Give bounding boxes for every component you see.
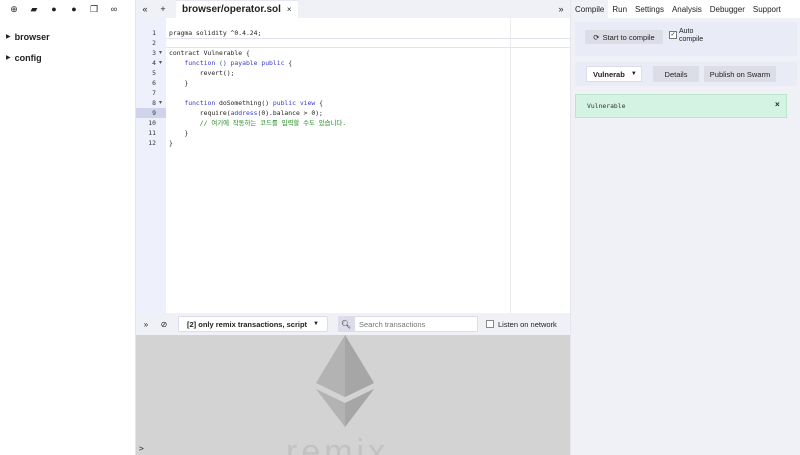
editor-gutter: 1 2 3 ▾ 4 ▾ 5 6 7 8 ▾ 9 10 11 12: [136, 18, 166, 313]
tab-support[interactable]: Support: [749, 0, 785, 18]
code-token: doSomething(): [215, 99, 273, 107]
tab-debugger[interactable]: Debugger: [706, 0, 749, 18]
code-token: function: [184, 99, 216, 107]
line-number: 2: [152, 39, 156, 47]
code-token: (0).balance > 0);: [257, 109, 323, 117]
line-number: 10: [148, 119, 156, 127]
remix-watermark: remix: [286, 433, 390, 455]
refresh-icon: ⟳: [593, 32, 600, 42]
start-compile-button[interactable]: ⟳ Start to compile: [585, 30, 663, 44]
clear-console-icon[interactable]: ⊘: [156, 320, 172, 329]
code-token: }: [169, 139, 173, 147]
close-icon[interactable]: ×: [287, 5, 292, 14]
line-number: 7: [152, 89, 156, 97]
code-line: contract Vulnerable {: [169, 48, 250, 58]
right-panel-tabs: Compile Run Settings Analysis Debugger Suppor…: [571, 0, 800, 18]
code-token: function () payable public: [184, 59, 285, 67]
code-line: require(address(0).balance > 0);: [169, 108, 323, 118]
code-editor[interactable]: 1 2 3 ▾ 4 ▾ 5 6 7 8 ▾ 9 10 11 12 pragma solidity ^0.4.…: [136, 18, 570, 313]
line-number: 6: [152, 79, 156, 87]
code-token: require(: [169, 109, 231, 117]
code-token: pragma solidity ^0.4.24;: [169, 29, 262, 37]
code-line: // 여기에 작동하는 코드를 입력할 수도 있습니다.: [169, 118, 346, 128]
compile-result-text: Vulnerable: [587, 102, 626, 110]
editor-tabbar: « + browser/operator.sol × »: [136, 0, 570, 18]
copy-icon[interactable]: ❐: [84, 4, 104, 15]
right-panel: Compile Run Settings Analysis Debugger Suppor…: [570, 0, 800, 455]
terminal-toolbar: » ⊘ [2] only remix transactions, script …: [136, 313, 570, 335]
code-token: }: [169, 129, 189, 137]
contract-select[interactable]: Vulnerab ▼: [586, 66, 642, 82]
code-line: revert();: [169, 68, 235, 78]
folder-icon[interactable]: ▰: [24, 4, 44, 15]
fold-arrow-icon[interactable]: ▾: [159, 58, 167, 68]
remix-ide: ⊕ ▰ ● ● ❐ ∞ ▶ browser ▶ config « + brows…: [0, 0, 800, 455]
search-icon: 🔍︎: [338, 316, 354, 332]
plus-icon[interactable]: +: [154, 4, 172, 14]
caret-right-icon: ▶: [6, 55, 11, 61]
listen-on-network-toggle[interactable]: Listen on network: [486, 320, 557, 329]
link-icon[interactable]: ∞: [104, 4, 124, 14]
code-token: address: [230, 109, 258, 117]
terminal-console[interactable]: remix >: [136, 335, 570, 455]
code-token: revert();: [169, 69, 235, 77]
tab-analysis[interactable]: Analysis: [668, 0, 706, 18]
file-explorer: ⊕ ▰ ● ● ❐ ∞ ▶ browser ▶ config: [0, 0, 136, 455]
scroll-right-icon[interactable]: »: [552, 4, 570, 14]
code-line: }: [169, 128, 188, 138]
caret-right-icon: ▶: [6, 34, 11, 40]
listen-checkbox[interactable]: [486, 320, 494, 328]
github-icon[interactable]: ●: [44, 4, 64, 14]
details-button[interactable]: Details: [653, 66, 699, 82]
auto-compile-label: Auto compile: [679, 28, 704, 43]
code-line: pragma solidity ^0.4.24;: [169, 28, 261, 38]
console-prompt: >: [139, 444, 144, 453]
auto-compile-checkbox[interactable]: ✓: [669, 31, 677, 39]
tree-item-config[interactable]: ▶ config: [0, 51, 135, 64]
code-token: public view: [272, 99, 316, 107]
editor-tab[interactable]: browser/operator.sol ×: [176, 0, 298, 18]
fold-arrow-icon[interactable]: ▾: [159, 48, 167, 58]
editor-tab-label: browser/operator.sol: [182, 4, 281, 15]
line-number: 9: [136, 108, 166, 118]
print-margin: [510, 18, 511, 313]
code-line: }: [169, 138, 173, 148]
tab-settings[interactable]: Settings: [631, 0, 668, 18]
line-number: 5: [152, 69, 156, 77]
tab-compile[interactable]: Compile: [571, 0, 609, 18]
search-transactions-input[interactable]: [354, 316, 478, 332]
code-token: {: [315, 99, 323, 107]
code-line: }: [169, 78, 188, 88]
code-token: }: [169, 79, 189, 87]
tab-run[interactable]: Run: [608, 0, 631, 18]
code-line: function () payable public {: [169, 58, 292, 68]
line-number: 1: [152, 29, 156, 37]
line-number: 12: [148, 139, 156, 147]
editor-area: « + browser/operator.sol × » 1 2 3 ▾ 4 ▾ 5 6 7 8 ▾…: [136, 0, 570, 455]
code-token: // 여기에 작동하는 코드를 입력할 수도 있습니다.: [169, 119, 347, 127]
line-number: 11: [148, 129, 156, 137]
transaction-filter-dropdown[interactable]: [2] only remix transactions, script ▼: [178, 316, 328, 332]
plus-icon[interactable]: ⊕: [4, 4, 24, 15]
close-icon[interactable]: ×: [775, 100, 780, 109]
github-icon[interactable]: ●: [64, 4, 84, 14]
scroll-left-icon[interactable]: «: [136, 4, 154, 14]
tree-item-browser[interactable]: ▶ browser: [0, 30, 135, 43]
dropdown-arrow-icon: ▼: [630, 71, 637, 77]
publish-swarm-button[interactable]: Publish on Swarm: [704, 66, 776, 82]
dropdown-arrow-icon: ▼: [313, 321, 319, 327]
collapse-terminal-icon[interactable]: »: [138, 320, 154, 329]
fold-arrow-icon[interactable]: ▾: [159, 98, 167, 108]
code-token: {: [284, 59, 293, 67]
file-explorer-toolbar: ⊕ ▰ ● ● ❐ ∞: [0, 0, 135, 18]
code-token: contract Vulnerable {: [169, 49, 250, 57]
code-line: function doSomething() public view {: [169, 98, 323, 108]
